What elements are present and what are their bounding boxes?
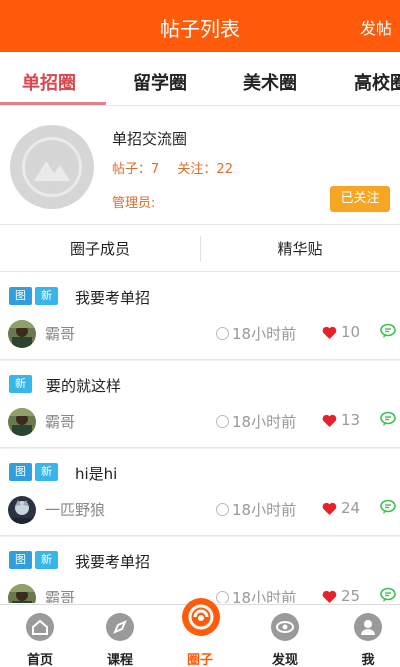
author-name[interactable]: 霸哥 [45, 587, 75, 603]
nav-label: 圈子 [186, 653, 213, 667]
nav-courses[interactable]: 课程 [80, 605, 160, 667]
author-name[interactable]: 一匹野狼 [45, 499, 105, 520]
heart-icon [322, 590, 337, 603]
circle-icon[interactable] [182, 598, 220, 636]
new-badge: 新 [35, 463, 58, 481]
post-title: 我要考单招 [75, 289, 151, 307]
comment-icon[interactable] [380, 499, 396, 515]
bottom-nav: 首页 课程 圈子 发现 我 [0, 598, 400, 667]
like-count[interactable]: 13 [322, 411, 360, 429]
user-icon [354, 613, 382, 641]
clock-icon [216, 503, 229, 516]
avatar[interactable] [8, 496, 36, 524]
new-badge: 新 [9, 375, 32, 393]
compass-icon [106, 613, 134, 641]
circle-subtabs: 圈子成员 精华贴 [0, 226, 400, 272]
author-name[interactable]: 霸哥 [45, 411, 75, 432]
nav-label: 课程 [106, 653, 133, 667]
comment-icon[interactable] [380, 323, 396, 339]
new-post-button[interactable]: 发帖 [360, 15, 392, 39]
tab-gao-xiao[interactable]: 高校圈 [354, 69, 400, 95]
list-item[interactable]: 新 要的就这样 霸哥 18小时前 13 [0, 361, 400, 448]
tab-mei-shu[interactable]: 美术圈 [243, 69, 297, 95]
list-item[interactable]: 图 新 我要考单招 霸哥 18小时前 25 [0, 537, 400, 603]
image-badge: 图 [9, 463, 32, 481]
admin-label: 管理员: [112, 196, 156, 211]
tab-liu-xue[interactable]: 留学圈 [133, 69, 187, 95]
heart-icon [322, 414, 337, 427]
list-item[interactable]: 图 新 我要考单招 霸哥 18小时前 10 [0, 273, 400, 360]
comment-icon[interactable] [380, 411, 396, 427]
like-count[interactable]: 25 [322, 587, 360, 603]
heart-icon [322, 326, 337, 339]
page-title: 帖子列表 [160, 17, 240, 41]
app-header: 帖子列表 发帖 [0, 0, 400, 52]
tab-featured[interactable]: 精华贴 [200, 226, 400, 272]
comment-icon[interactable] [380, 587, 396, 603]
image-badge: 图 [9, 551, 32, 569]
circle-info-panel: 单招交流圈 帖子：7 关注：22 管理员: 已关注 [0, 108, 400, 225]
nav-discover[interactable]: 发现 [245, 605, 325, 667]
active-tab-indicator [0, 102, 106, 105]
nav-me[interactable]: 我 [328, 605, 400, 667]
post-time: 18小时前 [216, 587, 296, 603]
eye-icon [271, 613, 299, 641]
list-item[interactable]: 图 新 hi是hi 一匹野狼 18小时前 24 [0, 449, 400, 536]
post-count: 帖子：7 [112, 162, 160, 177]
like-count[interactable]: 24 [322, 499, 360, 517]
avatar[interactable] [8, 584, 36, 603]
nav-label: 发现 [271, 653, 298, 667]
like-count[interactable]: 10 [322, 323, 360, 341]
image-badge: 图 [9, 287, 32, 305]
tab-dan-zhao[interactable]: 单招圈 [22, 69, 76, 95]
nav-label: 首页 [26, 653, 53, 667]
clock-icon [216, 327, 229, 340]
circle-stats: 帖子：7 关注：22 [112, 158, 247, 177]
post-list: 图 新 我要考单招 霸哥 18小时前 10 新 要的就这样 霸哥 18小时前 1… [0, 273, 400, 603]
post-title: hi是hi [75, 465, 118, 483]
author-name[interactable]: 霸哥 [45, 323, 75, 344]
post-time: 18小时前 [216, 499, 296, 520]
avatar[interactable] [8, 320, 36, 348]
home-icon [26, 613, 54, 641]
circle-name: 单招交流圈 [112, 130, 188, 148]
post-title: 要的就这样 [46, 377, 122, 395]
follow-count: 关注：22 [177, 162, 233, 177]
heart-icon [322, 502, 337, 515]
avatar[interactable] [8, 408, 36, 436]
clock-icon [216, 415, 229, 428]
followed-button[interactable]: 已关注 [330, 186, 390, 212]
post-time: 18小时前 [216, 411, 296, 432]
nav-home[interactable]: 首页 [0, 605, 80, 667]
post-time: 18小时前 [216, 323, 296, 344]
nav-label: 我 [361, 653, 375, 667]
circle-avatar [10, 125, 94, 209]
tab-members[interactable]: 圈子成员 [0, 226, 200, 272]
new-badge: 新 [35, 551, 58, 569]
category-tabs: 单招圈 留学圈 美术圈 高校圈 [0, 52, 400, 106]
image-placeholder-icon [34, 161, 70, 181]
post-title: 我要考单招 [75, 553, 151, 571]
new-badge: 新 [35, 287, 58, 305]
